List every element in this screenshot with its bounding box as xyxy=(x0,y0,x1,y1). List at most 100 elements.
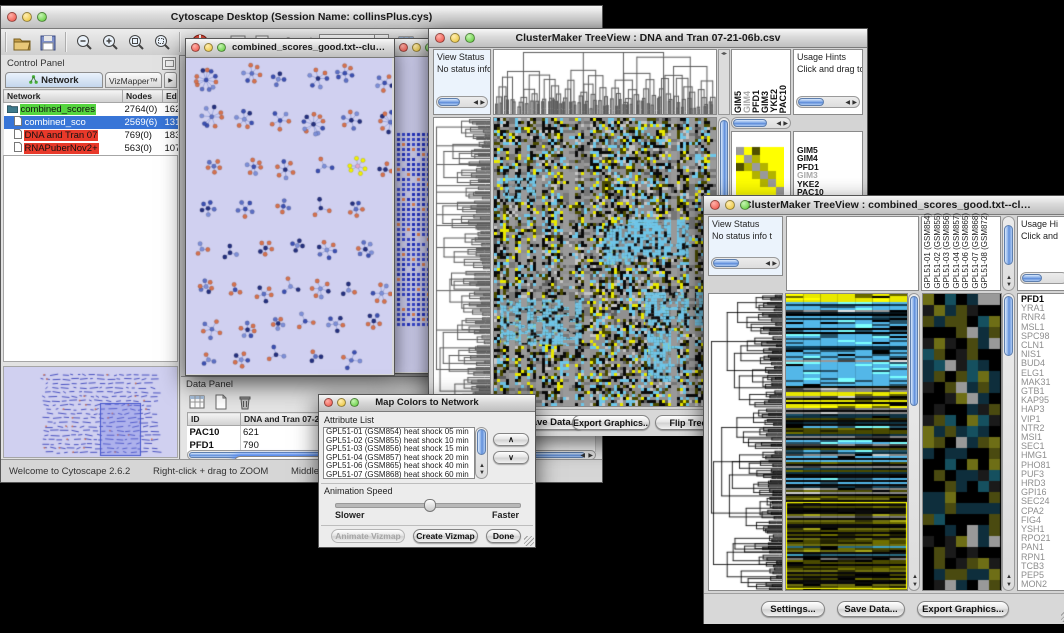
tv2-save-data-button[interactable]: Save Data... xyxy=(837,601,905,617)
open-file-icon[interactable] xyxy=(11,32,33,54)
gene-label[interactable]: MON2 xyxy=(1021,580,1064,589)
tv1-splitter[interactable]: ◂▸ xyxy=(718,49,730,115)
tv2-zoom-heatmap[interactable] xyxy=(922,293,1002,591)
tv2-column-label: GPL51-04 (GSM857) xyxy=(952,213,962,289)
animation-speed-slider[interactable] xyxy=(335,503,521,508)
zoom-button[interactable] xyxy=(37,12,47,22)
attribute-item[interactable]: GPL51-07 (GSM868) heat shock 60 min xyxy=(324,471,474,479)
control-panel-title: Control Panel xyxy=(7,58,65,69)
zoom-fit-icon[interactable] xyxy=(125,32,147,54)
col-id[interactable]: ID xyxy=(188,413,241,426)
tv1-view-status-panel: View Status No status info f ◀▶ xyxy=(433,49,491,115)
network-row[interactable]: combined_scores2764(0)16218(0) xyxy=(4,103,178,117)
tv2-column-label: GPL51-07 (GSM868) xyxy=(971,213,981,289)
tv1-usage-hscroll[interactable]: ◀▶ xyxy=(796,96,860,108)
attribute-list-vscroll[interactable]: ▲▼ xyxy=(475,427,488,479)
network-count: 563(0) xyxy=(123,142,163,155)
network1-canvas[interactable] xyxy=(186,58,392,374)
tv2-zoom-vscroll[interactable]: ▲▼ xyxy=(1002,293,1015,591)
col-nodes[interactable]: Nodes xyxy=(123,90,163,103)
tv2-settings-button[interactable]: Settings... xyxy=(761,601,825,617)
slider-thumb[interactable] xyxy=(424,499,436,512)
delete-attribute-icon[interactable] xyxy=(235,392,255,412)
network1-titlebar[interactable]: combined_scores_good.txt--cluste... xyxy=(186,39,394,58)
zoom-button[interactable] xyxy=(217,43,226,52)
birdseye-panel xyxy=(3,366,178,458)
tv1-similarity-matrix[interactable] xyxy=(736,146,784,196)
minimize-button[interactable] xyxy=(450,33,460,43)
network-name: DNA and Tran 07 xyxy=(24,130,99,141)
network-count: 107847(0) xyxy=(163,142,178,155)
col-network[interactable]: Network xyxy=(4,90,123,103)
close-button[interactable] xyxy=(324,398,333,407)
tab-overflow-button[interactable]: ▶ xyxy=(164,72,177,88)
zoom-button[interactable] xyxy=(350,398,359,407)
close-button[interactable] xyxy=(435,33,445,43)
close-button[interactable] xyxy=(710,200,720,210)
desktop: Cytoscape Desktop (Session Name: collins… xyxy=(0,0,1064,633)
close-button[interactable] xyxy=(191,43,200,52)
col-edges[interactable]: Edges xyxy=(163,90,178,103)
minimize-button[interactable] xyxy=(337,398,346,407)
gene-id: PAC10 xyxy=(188,426,241,440)
network-name: combined_sco xyxy=(24,117,87,128)
move-down-button[interactable]: ∨ xyxy=(493,451,529,464)
tv1-column-tree[interactable] xyxy=(493,49,717,115)
treeview1-titlebar[interactable]: ClusterMaker TreeView : DNA and Tran 07-… xyxy=(429,29,867,48)
network-count: 2569(6) xyxy=(123,116,163,129)
tv2-heatmap-vscroll[interactable]: ▲▼ xyxy=(908,293,920,591)
animate-vizmap-button[interactable]: Animate Vizmap xyxy=(331,529,405,543)
tv2-column-label: GPL51-02 (GSM855) xyxy=(933,213,943,289)
dialog-titlebar[interactable]: Map Colors to Network xyxy=(319,395,535,412)
attribute-select-icon[interactable] xyxy=(187,392,207,412)
zoom-out-icon[interactable] xyxy=(73,32,95,54)
control-panel: Control Panel Network VizMapper™ ▶ Netwo… xyxy=(1,55,180,459)
network-count: 2764(0) xyxy=(123,103,163,117)
tv2-row-tree[interactable] xyxy=(708,293,783,591)
main-window-title: Cytoscape Desktop (Session Name: collins… xyxy=(1,6,602,28)
close-button[interactable] xyxy=(399,43,408,52)
tab-vizmapper[interactable]: VizMapper™ xyxy=(105,72,162,88)
birdseye-canvas[interactable] xyxy=(4,367,177,457)
tv2-usage-hscroll[interactable] xyxy=(1020,272,1064,284)
minimize-button[interactable] xyxy=(22,12,32,22)
zoom-button[interactable] xyxy=(740,200,750,210)
new-attribute-icon[interactable] xyxy=(211,392,231,412)
network-table: Network Nodes Edges combined_scores2764(… xyxy=(3,89,178,155)
minimize-button[interactable] xyxy=(412,43,421,52)
tab-network[interactable]: Network xyxy=(5,72,103,88)
tv1-column-label: GIM4 xyxy=(743,91,751,113)
done-button[interactable]: Done xyxy=(486,529,521,543)
close-button[interactable] xyxy=(7,12,17,22)
tv1-status-hscroll[interactable]: ◀▶ xyxy=(436,96,488,108)
tv2-status-hscroll[interactable]: ◀▶ xyxy=(711,257,780,269)
tv1-view-status-text: No status info f xyxy=(434,62,490,74)
main-titlebar[interactable]: Cytoscape Desktop (Session Name: collins… xyxy=(1,6,602,29)
float-panel-icon[interactable] xyxy=(162,57,176,70)
tv2-export-graphics-button[interactable]: Export Graphics... xyxy=(917,601,1009,617)
network-count: 16218(0) xyxy=(163,103,178,117)
tv2-view-status-panel: View Status No status info t ◀▶ xyxy=(708,216,783,276)
minimize-button[interactable] xyxy=(204,43,213,52)
zoom-in-icon[interactable] xyxy=(99,32,121,54)
tv2-heatmap[interactable] xyxy=(785,293,908,591)
zoom-selected-icon[interactable] xyxy=(151,32,173,54)
file-icon xyxy=(14,116,22,129)
save-icon[interactable] xyxy=(37,32,59,54)
network-row[interactable]: combined_sco2569(6)13112(15) xyxy=(4,116,178,129)
tv2-gene-list[interactable]: PFD1YRA1RNR4MSL1SPC98CLN1NIS1BUD4ELG1MAK… xyxy=(1017,293,1064,591)
treeview2-titlebar[interactable]: ClusterMaker TreeView : combined_scores_… xyxy=(704,196,1064,215)
move-up-button[interactable]: ∧ xyxy=(493,433,529,446)
attribute-listbox[interactable]: GPL51-01 (GSM854) heat shock 05 minGPL51… xyxy=(323,427,475,479)
tv1-export-graphics-button[interactable]: Export Graphics... xyxy=(572,415,650,430)
network-row[interactable]: RNAPuberNov2+563(0)107847(0) xyxy=(4,142,178,155)
minimize-button[interactable] xyxy=(725,200,735,210)
tv1-heatmap[interactable] xyxy=(493,117,717,407)
tv2-labels-vscroll[interactable]: ▲▼ xyxy=(1002,216,1015,291)
network-row[interactable]: DNA and Tran 07769(0)183728(0) xyxy=(4,129,178,142)
create-vizmap-button[interactable]: Create Vizmap xyxy=(413,529,478,543)
tv1-labels-hscroll[interactable]: ◀▶ xyxy=(731,117,791,129)
tv1-row-tree[interactable] xyxy=(433,117,491,407)
tv2-column-tree[interactable] xyxy=(786,216,919,291)
zoom-button[interactable] xyxy=(465,33,475,43)
